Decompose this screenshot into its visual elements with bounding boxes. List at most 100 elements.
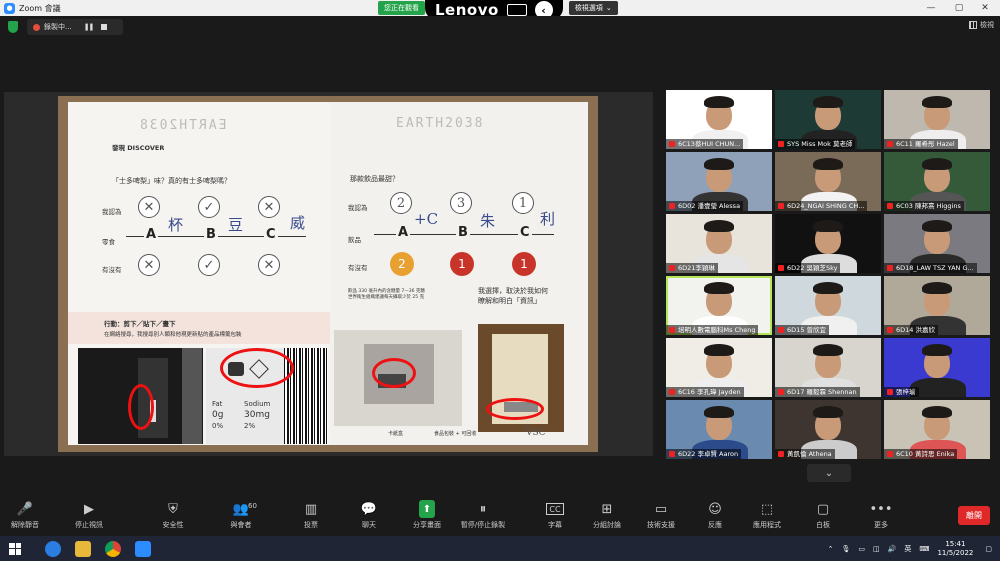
pause-stop-recording-button[interactable]: ⏸ 暫停/停止錄製 — [458, 500, 508, 530]
participant-name: 6D24_NGAI SHING CH... — [775, 201, 868, 211]
poll-icon: ▥ — [304, 501, 318, 517]
leave-meeting-button[interactable]: 離開 — [958, 506, 990, 525]
file-explorer-icon[interactable] — [75, 540, 91, 557]
share-screen-button[interactable]: ⬆ 分享畫面 — [402, 500, 452, 530]
chevron-up-icon[interactable]: ⌃ — [828, 545, 834, 553]
apps-button[interactable]: ⬚ 應用程式 — [742, 500, 792, 530]
participant-video — [704, 220, 734, 232]
nutrition-value: 30mg — [244, 410, 270, 420]
edge-browser-icon[interactable] — [45, 540, 61, 557]
whiteboard-button[interactable]: ▢ 白板 — [798, 500, 848, 530]
polls-button[interactable]: ▥ 投票 — [286, 500, 336, 530]
participant-tile[interactable]: 6C10 黃詩思 Enika — [884, 400, 990, 459]
minimize-button[interactable]: — — [918, 0, 944, 16]
security-button[interactable]: ⛨ 安全性 — [148, 500, 198, 530]
participant-name: 6C03 陳邦熹 Higgins — [884, 201, 964, 211]
meeting-top-bar: 錄製中... ❚❚ 檢視 — [0, 16, 1000, 38]
muted-mic-icon — [778, 451, 784, 457]
participant-video — [813, 406, 843, 418]
gallery-next-page-button[interactable]: ⌄ — [807, 464, 851, 482]
participant-tile[interactable]: 6D15 曾欣宜 — [775, 276, 881, 335]
participant-name: 6C10 黃詩思 Enika — [884, 449, 958, 459]
clock[interactable]: 15:41 11/5/2022 — [937, 540, 973, 558]
ime-indicator[interactable]: 英 — [904, 544, 911, 554]
emoji-icon: ☺ — [708, 501, 722, 517]
participant-tile[interactable]: 6D22 李卓賢 Aaron — [666, 400, 772, 459]
participant-tile[interactable]: SYS Miss Mok 莫老師 — [775, 90, 881, 149]
rank-circle: 2 — [390, 192, 412, 214]
chrome-browser-icon[interactable] — [105, 540, 121, 557]
right-page-title: EARTH2038 — [396, 116, 485, 131]
meeting-toolbar: 🎤 解除靜音 ▶ 停止視訊 ⛨ 安全性 👥 60 與會者 ▥ 投票 💬 聊天 ⬆ 分享畫面 ⏸ 暫停/停止錄製 C… — [0, 496, 1000, 536]
toolbar-label: 分享畫面 — [413, 521, 441, 529]
participant-name: 培明人數電腦科Ms Cheng — [666, 325, 759, 335]
participant-tile[interactable]: 6D21李穎琳 — [666, 214, 772, 273]
participant-tile[interactable]: 黃凱倫 Athena — [775, 400, 881, 459]
battery-icon[interactable]: ▭ — [858, 545, 865, 553]
microphone-icon[interactable]: 🎙 — [842, 545, 851, 553]
participant-tile[interactable]: 6C11 羅希彤 Hazel — [884, 90, 990, 149]
zoom-app-icon[interactable] — [135, 540, 151, 557]
participant-tile[interactable]: 6C13蔡HUI CHUN... — [666, 90, 772, 149]
section-heading: 發現 DISCOVER — [112, 144, 165, 152]
more-button[interactable]: ••• 更多 — [856, 500, 906, 530]
windows-taskbar: ⌃ 🎙 ▭ ◫ 🔊 英 ⌨ 15:41 11/5/2022 ▢ — [0, 536, 1000, 561]
participant-tile[interactable]: 6C03 陳邦熹 Higgins — [884, 152, 990, 211]
input-mode-icon[interactable]: ⌨ — [919, 545, 929, 553]
breakout-rooms-button[interactable]: ⊞ 分組討論 — [582, 500, 632, 530]
option-letter: B — [456, 225, 470, 240]
pause-recording-icon[interactable]: ❚❚ — [84, 23, 95, 31]
muted-mic-icon — [887, 141, 893, 147]
participant-tile[interactable]: 6D22 吳穎芝Sky — [775, 214, 881, 273]
viewing-status[interactable]: 您正在觀看 — [378, 1, 425, 15]
participant-tile[interactable]: 6C16 李孔瑋 Jayden — [666, 338, 772, 397]
volume-icon[interactable]: 🔊 — [888, 545, 897, 553]
question-text: 那款飲品最甜？ — [350, 175, 399, 183]
participants-button[interactable]: 👥 60 與會者 — [216, 500, 266, 530]
stop-recording-icon[interactable] — [101, 24, 108, 30]
tech-support-button[interactable]: ▭ 技術支援 — [636, 500, 686, 530]
participant-name: 6D17 羅毅霖 Shennan — [775, 387, 860, 397]
toolbar-label: 白板 — [816, 521, 830, 529]
participant-tile[interactable]: 6D02 潘壹瑩 Alessa — [666, 152, 772, 211]
answer-circle: ✕ — [258, 196, 280, 218]
participant-tile[interactable]: 張梓瑜 — [884, 338, 990, 397]
handwriting: 威 — [290, 214, 306, 232]
participant-tile[interactable]: 6D24_NGAI SHING CH... — [775, 152, 881, 211]
shared-screen[interactable]: EARTH2038 發現 DISCOVER 「士多啤梨」味？真的有士多啤梨嗎？ … — [4, 92, 653, 456]
red-highlight-circle — [128, 384, 154, 430]
participant-tile[interactable]: 培明人數電腦科Ms Cheng — [666, 276, 772, 335]
stop-video-button[interactable]: ▶ 停止視訊 — [64, 500, 114, 530]
notification-icon[interactable]: ▢ — [985, 545, 992, 553]
encryption-shield-icon[interactable] — [8, 21, 18, 33]
participant-tile[interactable]: 6D14 洪嘉欣 — [884, 276, 990, 335]
muted-mic-icon — [778, 141, 784, 147]
view-button[interactable]: 檢視 — [969, 20, 994, 30]
muted-mic-icon — [669, 451, 675, 457]
participant-tile[interactable]: 6D17 羅毅霖 Shennan — [775, 338, 881, 397]
close-window-button[interactable]: ✕ — [972, 0, 998, 16]
muted-mic-icon — [887, 203, 893, 209]
view-options-button[interactable]: 檢視選項 ⌄ — [568, 1, 618, 15]
record-dot-icon — [33, 23, 40, 31]
screen-icon[interactable] — [506, 4, 527, 16]
participants-icon: 👥 — [232, 501, 250, 517]
recording-indicator: 錄製中... ❚❚ — [27, 19, 123, 35]
photo-caption: 食品包裝 + 可回收 — [434, 431, 477, 437]
answer-circle: ✓ — [198, 254, 220, 276]
toolbar-label: 投票 — [304, 521, 318, 529]
chat-button[interactable]: 💬 聊天 — [344, 500, 394, 530]
answer-circle: ✕ — [138, 196, 160, 218]
maximize-button[interactable]: ▢ — [946, 0, 972, 16]
muted-mic-icon — [669, 327, 675, 333]
unmute-button[interactable]: 🎤 解除靜音 — [0, 500, 50, 530]
network-icon[interactable]: ◫ — [873, 545, 880, 553]
toolbar-label: 字幕 — [548, 521, 562, 529]
chat-bubble-icon: 💬 — [360, 501, 378, 517]
participant-tile[interactable]: 6D18_LAW TSZ YAN G... — [884, 214, 990, 273]
reactions-button[interactable]: ☺ 反應 — [690, 500, 740, 530]
toolbar-label: 安全性 — [162, 521, 184, 529]
captions-button[interactable]: CC 字幕 — [530, 500, 580, 530]
pause-icon: ⏸ — [479, 501, 487, 517]
windows-start-icon[interactable] — [9, 542, 21, 555]
